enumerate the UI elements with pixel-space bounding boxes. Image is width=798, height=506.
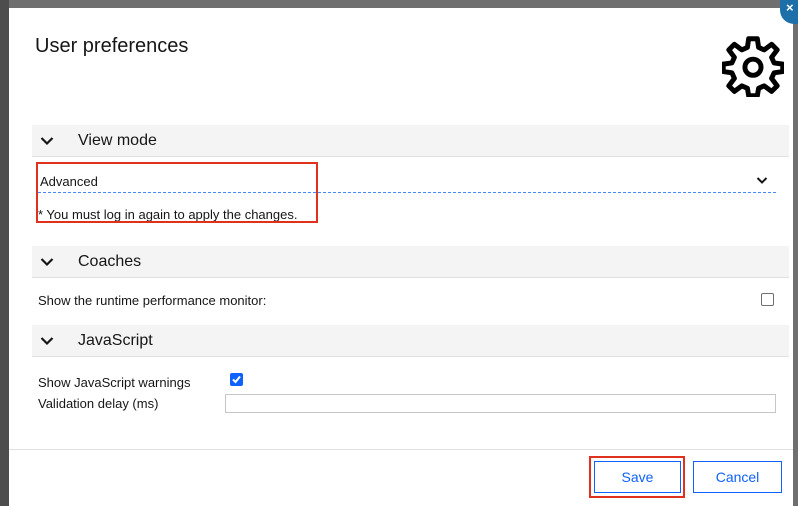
section-header-view-mode[interactable]: View mode — [32, 125, 789, 157]
section-title-coaches: Coaches — [78, 252, 142, 270]
save-button[interactable]: Save — [594, 461, 681, 493]
window-frame-left — [0, 0, 9, 506]
section-title-view-mode: View mode — [78, 131, 157, 149]
view-mode-selected-value: Advanced — [40, 174, 98, 189]
chevron-down-icon — [32, 136, 78, 146]
section-title-javascript: JavaScript — [78, 331, 153, 349]
footer-divider — [9, 449, 793, 450]
gear-icon — [722, 36, 784, 97]
chevron-down-icon — [32, 257, 78, 267]
relogin-note: * You must log in again to apply the cha… — [38, 207, 298, 222]
js-warnings-checkbox[interactable] — [230, 373, 243, 386]
view-mode-select[interactable]: Advanced — [38, 171, 776, 193]
chevron-down-icon — [32, 336, 78, 346]
window-frame-right — [793, 0, 798, 506]
section-header-javascript[interactable]: JavaScript — [32, 325, 789, 357]
js-warnings-label: Show JavaScript warnings — [38, 375, 191, 390]
cancel-button[interactable]: Cancel — [693, 461, 782, 493]
user-preferences-dialog: User preferences View mode Advanced * Yo… — [9, 8, 793, 506]
window-frame-top — [0, 0, 798, 8]
validation-delay-input[interactable] — [225, 394, 776, 413]
section-header-coaches[interactable]: Coaches — [32, 246, 789, 278]
chevron-down-icon — [756, 177, 768, 184]
validation-delay-label: Validation delay (ms) — [38, 396, 159, 411]
performance-monitor-checkbox[interactable] — [761, 293, 774, 306]
checkmark-icon — [232, 375, 241, 384]
performance-monitor-label: Show the runtime performance monitor: — [38, 293, 267, 308]
dialog-title: User preferences — [35, 35, 189, 57]
